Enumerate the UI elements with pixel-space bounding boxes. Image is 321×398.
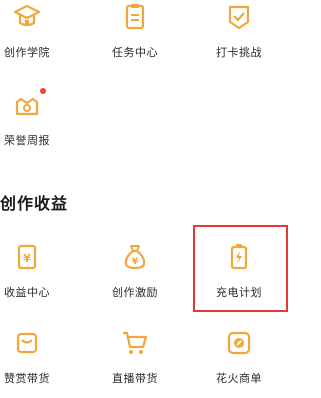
grid-item-live-sales[interactable]: 直播带货 <box>90 328 180 398</box>
grid-item-creator-incentive[interactable]: ¥ 创作激励 <box>90 242 180 312</box>
grid-item-tip-sales[interactable]: 赞赏带货 <box>0 328 72 398</box>
grid-item-label: 任务中心 <box>112 46 158 59</box>
money-bag-icon: ¥ <box>124 245 146 270</box>
svg-text:¥: ¥ <box>23 252 31 265</box>
highlight-box <box>193 225 288 312</box>
grid-item-spark-orders[interactable]: 花火商单 <box>194 328 284 398</box>
shopping-bag-icon <box>16 332 38 354</box>
check-badge-icon <box>228 5 250 30</box>
trophy-icon <box>15 97 39 116</box>
grid-item-checkin-challenge[interactable]: 打卡挑战 <box>194 2 284 72</box>
notification-dot <box>40 88 46 94</box>
spark-order-icon <box>227 331 251 355</box>
grid-item-label: 花火商单 <box>216 372 262 385</box>
grid-item-label: 创作激励 <box>112 286 158 299</box>
graduation-cap-icon <box>13 4 41 27</box>
grid-item-label: 创作学院 <box>4 46 50 59</box>
grid-item-task-center[interactable]: 任务中心 <box>90 2 180 72</box>
grid-item-label: 赞赏带货 <box>4 372 50 385</box>
grid-item-label: 打卡挑战 <box>216 46 262 59</box>
section-title: 创作收益 <box>0 194 69 213</box>
grid-item-earnings-center[interactable]: ¥ 收益中心 <box>0 242 72 312</box>
svg-text:¥: ¥ <box>132 257 139 267</box>
grid-item-honor-weekly[interactable]: 荣誉周报 <box>0 88 72 160</box>
cart-icon <box>123 331 148 354</box>
grid-item-label: 直播带货 <box>112 372 158 385</box>
grid-item-label: 收益中心 <box>4 286 50 299</box>
clipboard-icon <box>125 4 145 30</box>
yuan-card-icon: ¥ <box>17 244 37 270</box>
grid-item-label: 荣誉周报 <box>4 134 50 147</box>
grid-item-creator-academy[interactable]: 创作学院 <box>0 2 72 72</box>
